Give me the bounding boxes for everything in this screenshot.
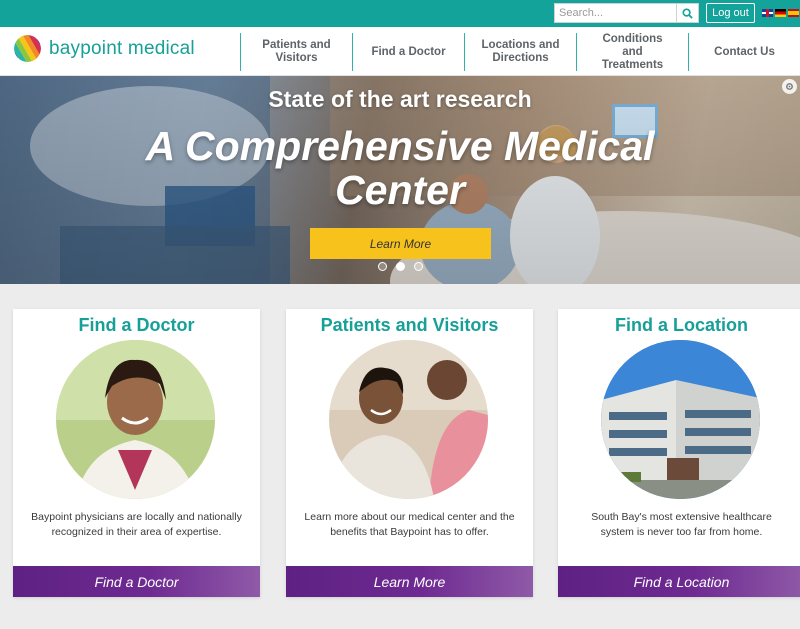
nav-find-a-doctor[interactable]: Find a Doctor bbox=[352, 33, 464, 71]
logout-button[interactable]: Log out bbox=[706, 3, 755, 23]
carousel-dot[interactable] bbox=[378, 262, 387, 271]
brand-name: baypoint medical bbox=[49, 37, 195, 59]
language-selector bbox=[762, 9, 799, 17]
card-title: Patients and Visitors bbox=[320, 315, 499, 335]
hero-banner: State of the art research A Comprehensiv… bbox=[0, 76, 800, 284]
card-description: South Bay's most extensive healthcare sy… bbox=[591, 511, 772, 538]
spanish-flag-icon[interactable] bbox=[788, 9, 799, 17]
find-a-doctor-button[interactable]: Find a Doctor bbox=[13, 566, 260, 597]
logo[interactable]: baypoint medical bbox=[14, 35, 195, 62]
hero-kicker: State of the art research bbox=[268, 86, 532, 112]
page-footer-edge bbox=[0, 618, 800, 629]
card-find-doctor: Find a Doctor Baypoint physicians are lo… bbox=[13, 309, 260, 597]
search-input[interactable] bbox=[554, 3, 676, 23]
hero-settings-button[interactable] bbox=[782, 79, 797, 94]
nav-locations-directions[interactable]: Locations and Directions bbox=[464, 33, 576, 71]
card-description: Learn more about our medical center and … bbox=[304, 511, 515, 538]
site-header: baypoint medical Patients and Visitors F… bbox=[0, 27, 800, 76]
card-title: Find a Location bbox=[615, 315, 748, 335]
main-nav: Patients and Visitors Find a Doctor Loca… bbox=[240, 33, 800, 71]
learn-more-button[interactable]: Learn More bbox=[286, 566, 533, 597]
nav-patients-visitors[interactable]: Patients and Visitors bbox=[240, 33, 352, 71]
search-icon bbox=[682, 7, 693, 19]
search-box bbox=[554, 3, 699, 23]
card-find-location: Find a Location South Bay's most extensi… bbox=[558, 309, 800, 597]
german-flag-icon[interactable] bbox=[775, 9, 786, 17]
hero-title: A Comprehensive Medical Center bbox=[145, 123, 655, 213]
search-button[interactable] bbox=[676, 3, 699, 23]
card-description: Baypoint physicians are locally and nati… bbox=[31, 511, 242, 538]
patients-photo bbox=[329, 340, 488, 499]
english-flag-icon[interactable] bbox=[762, 9, 773, 17]
gear-icon bbox=[786, 83, 793, 90]
find-a-location-button[interactable]: Find a Location bbox=[558, 566, 800, 597]
hero-learn-more-button[interactable]: Learn More bbox=[310, 228, 491, 259]
logo-mark-icon bbox=[14, 35, 41, 62]
card-patients-visitors: Patients and Visitors Learn more about o… bbox=[286, 309, 533, 597]
doctor-photo bbox=[56, 340, 215, 499]
nav-contact-us[interactable]: Contact Us bbox=[688, 33, 800, 71]
carousel-dot[interactable] bbox=[414, 262, 423, 271]
card-title: Find a Doctor bbox=[78, 315, 195, 335]
nav-conditions-treatments[interactable]: Conditions and Treatments bbox=[576, 33, 688, 71]
building-photo bbox=[601, 340, 760, 499]
utility-bar: Log out bbox=[0, 0, 800, 27]
carousel-dots bbox=[378, 262, 423, 271]
carousel-dot[interactable] bbox=[396, 262, 405, 271]
